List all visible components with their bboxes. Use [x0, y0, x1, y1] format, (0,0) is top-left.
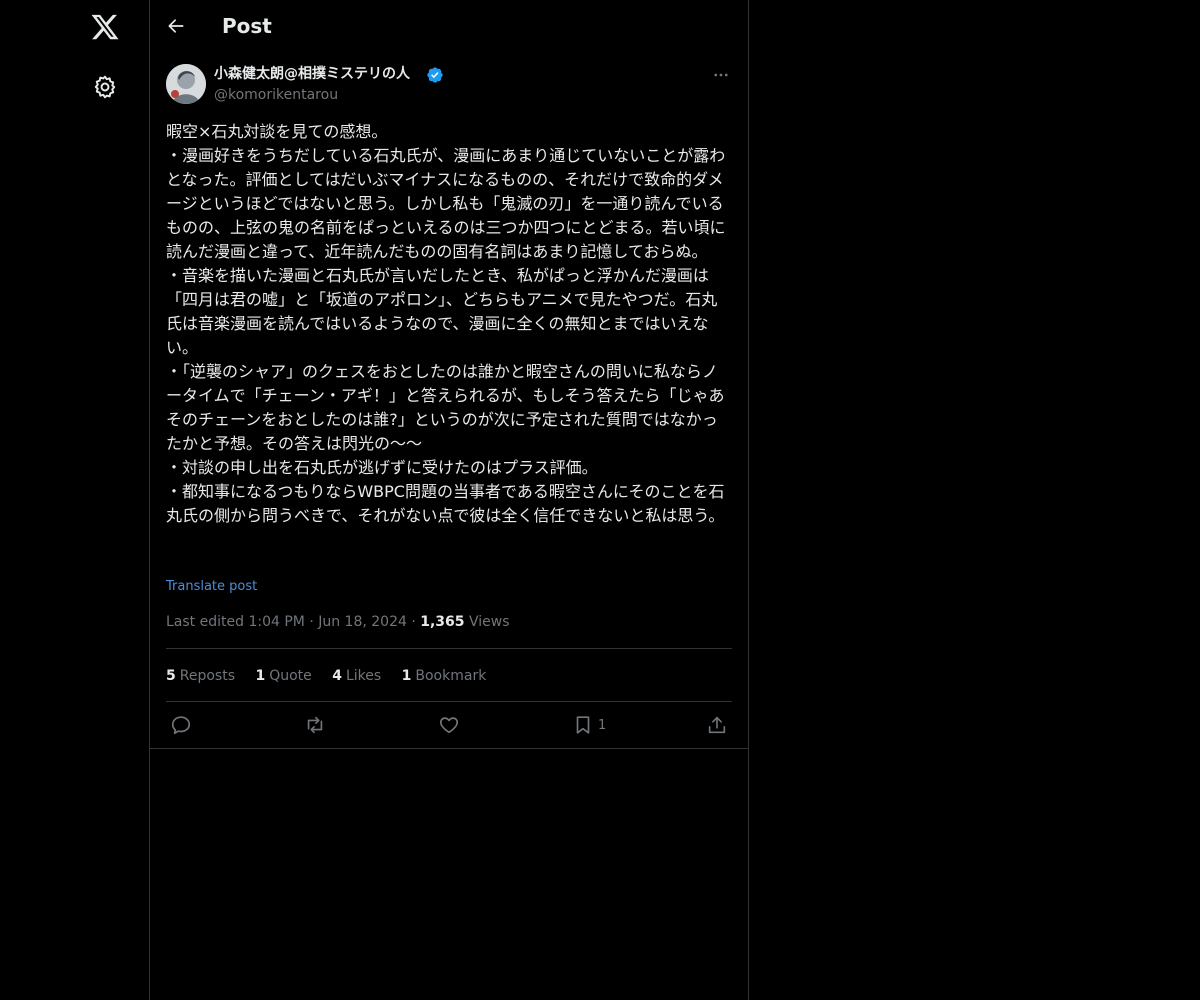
edited-label[interactable]: Last edited 1:04 PM	[166, 614, 305, 630]
quotes-label: Quote	[269, 668, 312, 684]
verified-badge-icon	[426, 66, 444, 84]
likes-count: 4	[332, 668, 342, 684]
post-date[interactable]: Jun 18, 2024	[318, 614, 407, 630]
post-meta: Last edited 1:04 PM · Jun 18, 2024 · 1,3…	[166, 612, 510, 632]
meta-separator: ·	[309, 614, 314, 630]
back-arrow-icon[interactable]	[166, 16, 186, 36]
bookmark-action-count: 1	[598, 718, 607, 733]
engagement-stats: 5 Reposts 1 Quote 4 Likes 1 Bookmark	[166, 666, 502, 686]
divider	[150, 748, 748, 749]
author-name[interactable]: 小森健太朗@相撲ミステリの人	[214, 64, 410, 84]
views-count: 1,365	[420, 614, 465, 630]
quotes-count: 1	[255, 668, 266, 684]
heart-icon[interactable]	[438, 714, 460, 736]
post-text: 暇空×石丸対談を見ての感想。 ・漫画好きをうちだしている石丸氏が、漫画にあまり通…	[166, 122, 726, 525]
avatar[interactable]	[166, 64, 206, 104]
post-header: Post	[150, 0, 748, 53]
repost-icon[interactable]	[304, 714, 326, 736]
bookmark-icon[interactable]	[572, 714, 594, 736]
bookmarks-label: Bookmark	[415, 668, 487, 684]
post-column: Post 小森健太朗@相撲ミステリの人 @komorikentarou 暇空×石…	[149, 0, 749, 1000]
reply-icon[interactable]	[170, 714, 192, 736]
gear-icon[interactable]	[92, 74, 118, 100]
divider	[166, 648, 732, 649]
more-options-icon[interactable]	[712, 66, 730, 84]
author-handle[interactable]: @komorikentarou	[214, 86, 338, 104]
translate-post-link[interactable]: Translate post	[166, 578, 257, 596]
page-title: Post	[222, 14, 272, 38]
likes-label: Likes	[345, 668, 382, 684]
bookmarks-count: 1	[401, 668, 412, 684]
quotes-stat[interactable]: 1 Quote	[255, 668, 311, 684]
bookmarks-stat[interactable]: 1 Bookmark	[402, 668, 487, 684]
reposts-label: Reposts	[179, 668, 235, 684]
divider	[166, 701, 732, 702]
x-logo-icon[interactable]	[90, 12, 120, 42]
reposts-count: 5	[166, 668, 176, 684]
left-nav	[0, 0, 149, 1000]
meta-separator: ·	[411, 614, 416, 630]
reposts-stat[interactable]: 5 Reposts	[166, 668, 235, 684]
share-icon[interactable]	[706, 714, 728, 736]
views-label: Views	[469, 614, 510, 630]
likes-stat[interactable]: 4 Likes	[332, 668, 381, 684]
